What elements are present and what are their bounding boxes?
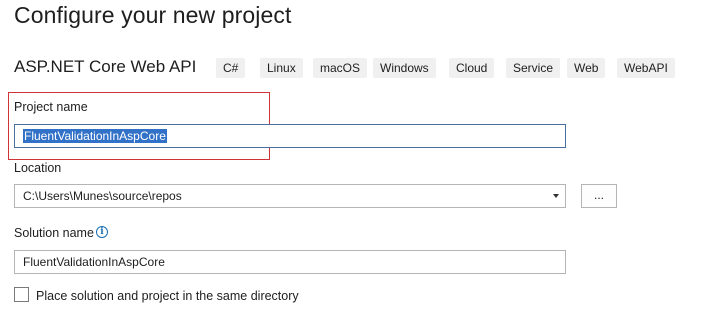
solution-name-input[interactable]: FluentValidationInAspCore bbox=[14, 250, 566, 274]
tag-service: Service bbox=[506, 58, 561, 78]
location-value: C:\Users\Munes\source\repos bbox=[23, 189, 182, 203]
same-directory-label[interactable]: Place solution and project in the same d… bbox=[36, 289, 299, 303]
tag-web: Web bbox=[567, 58, 606, 78]
project-name-label: Project name bbox=[14, 100, 88, 114]
project-name-input[interactable]: FluentValidationInAspCore bbox=[14, 124, 566, 148]
solution-name-label: Solution name bbox=[14, 226, 94, 240]
project-name-selection: FluentValidationInAspCore bbox=[23, 129, 167, 143]
location-combobox[interactable]: C:\Users\Munes\source\repos bbox=[14, 184, 566, 208]
tag-windows: Windows bbox=[373, 58, 436, 78]
tag-linux: Linux bbox=[260, 58, 303, 78]
tag-webapi: WebAPI bbox=[617, 58, 675, 78]
template-name: ASP.NET Core Web API bbox=[14, 57, 197, 76]
tag-macos: macOS bbox=[313, 58, 368, 78]
location-label: Location bbox=[14, 161, 62, 175]
project-name-value: FluentValidationInAspCore bbox=[23, 129, 167, 143]
browse-location-button[interactable]: ... bbox=[581, 184, 617, 208]
same-directory-checkbox[interactable] bbox=[14, 287, 29, 302]
info-icon[interactable]: i bbox=[96, 226, 108, 238]
tag-cloud: Cloud bbox=[449, 58, 495, 78]
solution-name-value: FluentValidationInAspCore bbox=[23, 255, 165, 269]
chevron-down-icon[interactable] bbox=[553, 194, 559, 198]
tag-csharp: C# bbox=[216, 58, 246, 78]
page-title: Configure your new project bbox=[14, 2, 292, 28]
